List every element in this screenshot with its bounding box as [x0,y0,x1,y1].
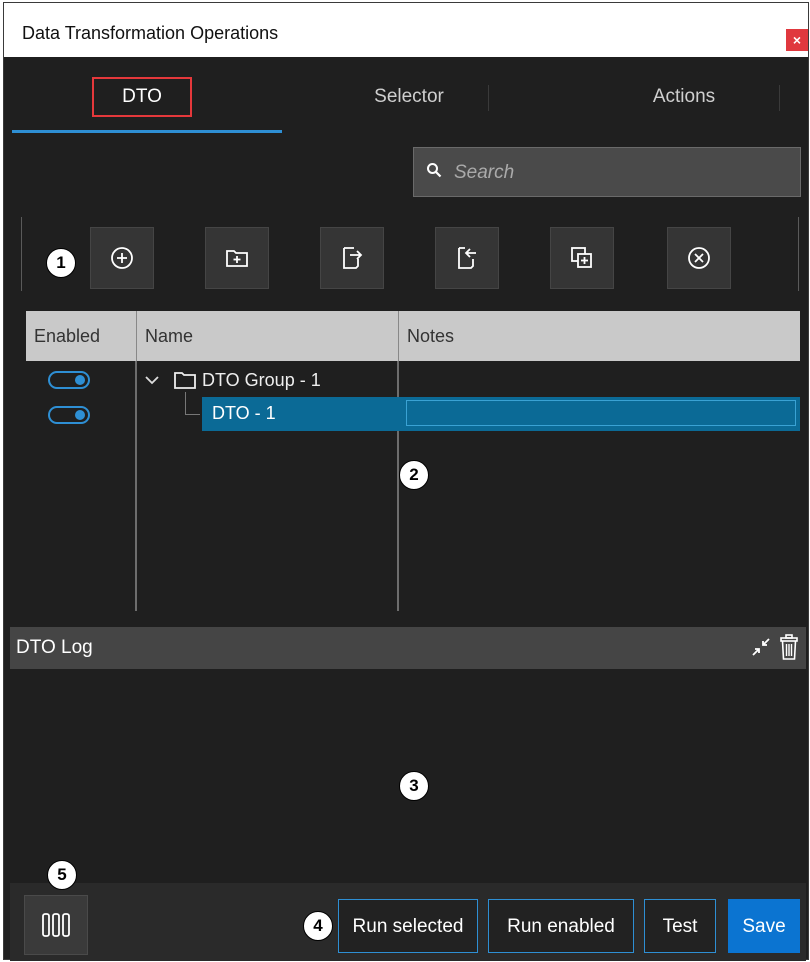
log-actions [750,633,800,661]
import-button[interactable] [435,227,499,289]
column-header-name[interactable]: Name [136,311,407,361]
duplicate-button[interactable] [550,227,614,289]
tab-divider [779,85,780,111]
callout-3: 3 [399,771,429,801]
chevron-down-icon[interactable] [142,370,162,390]
toolbar-divider [21,217,22,291]
run-selected-button[interactable]: Run selected [338,899,478,953]
tree-row-item[interactable]: DTO - 1 [202,397,800,431]
callout-2: 2 [399,460,429,490]
tree-row-group[interactable]: DTO Group - 1 [142,365,321,395]
tree-row-label: DTO Group - 1 [202,369,321,390]
remove-circle-icon [688,247,710,269]
callout-4: 4 [303,911,333,941]
tree-row-label: DTO - 1 [212,403,276,423]
export-icon [343,247,363,269]
window-title: Data Transformation Operations [22,23,279,43]
column-divider [135,361,137,611]
toolbar-divider [798,217,799,291]
toggle-knob [75,410,85,420]
tab-selector[interactable]: Selector [334,77,484,117]
search-box[interactable] [413,147,801,197]
log-title: DTO Log [16,637,93,658]
callout-1: 1 [46,248,76,278]
save-button[interactable]: Save [728,899,800,953]
title-bar: Data Transformation Operations × [4,3,808,57]
tree-connector [185,392,200,415]
enabled-toggle-group[interactable] [48,371,90,389]
active-tab-indicator [12,130,282,133]
columns-icon [42,913,70,937]
add-group-button[interactable] [205,227,269,289]
trash-icon[interactable] [778,633,800,661]
column-header-notes[interactable]: Notes [398,311,807,361]
folder-icon [174,372,196,389]
run-enabled-button[interactable]: Run enabled [488,899,634,953]
column-header-enabled[interactable]: Enabled [26,311,144,361]
search-input[interactable] [452,158,786,188]
toggle-knob [75,375,85,385]
panel-layout-button[interactable] [24,895,88,955]
notes-cell-editor[interactable] [406,400,796,426]
test-button[interactable]: Test [644,899,716,953]
tab-bar: DTO Selector Actions [4,57,808,139]
tab-divider [488,85,489,111]
close-button[interactable]: × [786,29,808,51]
grid-header: Enabled Name Notes [26,311,800,361]
callout-5: 5 [47,860,77,890]
collapse-icon[interactable] [750,636,772,658]
tab-dto[interactable]: DTO [92,77,192,117]
dto-window: Data Transformation Operations × DTO Sel… [3,2,809,961]
enabled-toggle-item[interactable] [48,406,90,424]
tab-actions[interactable]: Actions [604,77,764,117]
add-dto-button[interactable] [90,227,154,289]
new-folder-icon [226,250,248,267]
duplicate-icon [571,247,592,268]
search-icon [427,163,442,178]
log-header: DTO Log [10,627,806,669]
export-button[interactable] [320,227,384,289]
delete-button[interactable] [667,227,731,289]
add-circle-icon [111,247,133,269]
import-icon [458,247,476,269]
